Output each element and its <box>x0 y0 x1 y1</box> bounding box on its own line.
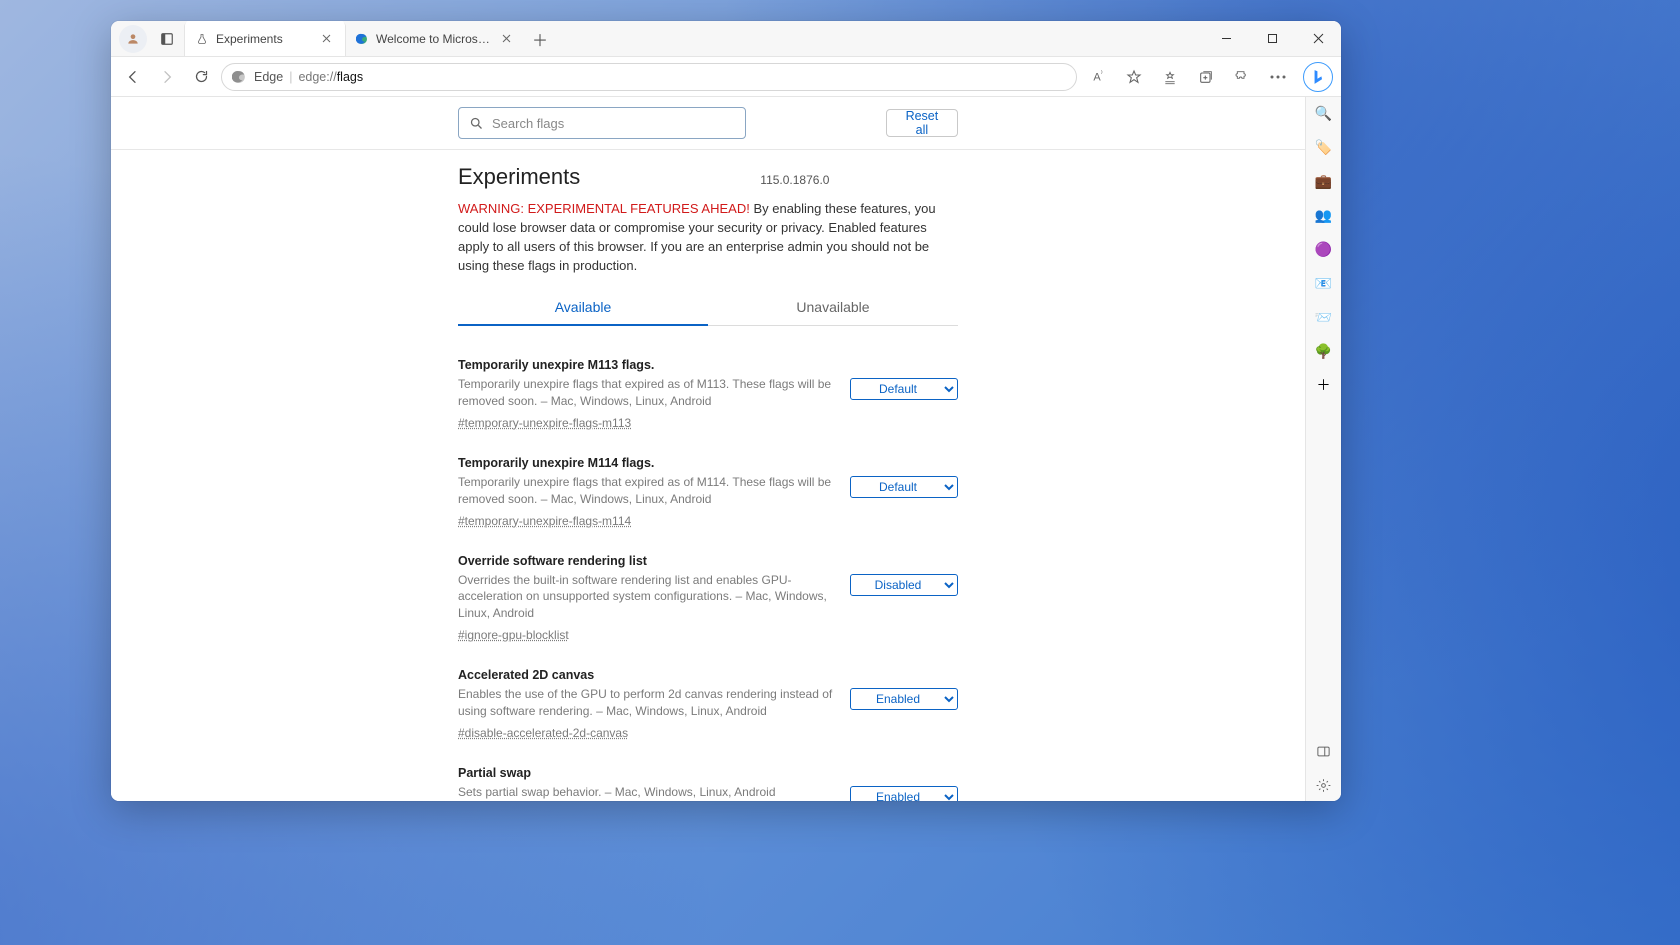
back-button[interactable] <box>119 63 147 91</box>
search-flags-field[interactable] <box>458 107 746 139</box>
flag-anchor-link[interactable]: #ignore-gpu-blocklist <box>458 628 569 642</box>
read-aloud-button[interactable]: A⁾ <box>1083 63 1113 91</box>
reset-all-button[interactable]: Reset all <box>886 109 958 137</box>
close-icon <box>1313 33 1324 44</box>
flag-item: Accelerated 2D canvas Enables the use of … <box>458 658 958 756</box>
flag-state-select[interactable]: DefaultEnabledDisabled <box>850 786 958 801</box>
flag-description: Temporarily unexpire flags that expired … <box>458 474 834 508</box>
flag-title: Temporarily unexpire M113 flags. <box>458 358 834 372</box>
bing-icon <box>1311 69 1325 85</box>
sidebar-split-button[interactable] <box>1314 741 1334 761</box>
puzzle-icon <box>1234 69 1250 85</box>
version-text: 115.0.1876.0 <box>760 173 829 187</box>
add-icon[interactable]: ＋ <box>1314 375 1334 395</box>
flag-item: Partial swap Sets partial swap behavior. … <box>458 756 958 801</box>
maximize-icon <box>1267 33 1278 44</box>
tag-icon[interactable]: 🏷️ <box>1314 137 1334 157</box>
search-flags-input[interactable] <box>492 116 735 131</box>
close-button[interactable] <box>1295 21 1341 56</box>
flag-title: Accelerated 2D canvas <box>458 668 834 682</box>
browser-tab[interactable]: Welcome to Microsoft Edge Canary <box>345 21 525 56</box>
tab-available[interactable]: Available <box>458 289 708 325</box>
address-bar[interactable]: Edge|edge://flags <box>221 63 1077 91</box>
tab-unavailable[interactable]: Unavailable <box>708 289 958 325</box>
warning-text: WARNING: EXPERIMENTAL FEATURES AHEAD! By… <box>458 194 958 289</box>
people-icon[interactable]: 👥 <box>1314 205 1334 225</box>
flag-description: Enables the use of the GPU to perform 2d… <box>458 686 834 720</box>
flag-state-select[interactable]: DefaultEnabledDisabled <box>850 574 958 596</box>
flag-anchor-link[interactable]: #temporary-unexpire-flags-m113 <box>458 416 631 430</box>
favorites-hub-button[interactable] <box>1155 63 1185 91</box>
flag-title: Partial swap <box>458 766 834 780</box>
gear-icon <box>1316 778 1331 793</box>
more-button[interactable] <box>1263 63 1293 91</box>
favorite-star-button[interactable] <box>1119 63 1149 91</box>
flag-anchor-link[interactable]: #temporary-unexpire-flags-m114 <box>458 514 631 528</box>
title-bar: Experiments Welcome to Microsoft Edge Can… <box>111 21 1341 57</box>
star-icon <box>1126 69 1142 85</box>
flag-title: Override software rendering list <box>458 554 834 568</box>
tab-title: Welcome to Microsoft Edge Canary <box>376 32 491 46</box>
toolbar: Edge|edge://flags A⁾ <box>111 57 1341 97</box>
vertical-tabs-button[interactable] <box>153 25 181 53</box>
new-tab-button[interactable]: ＋ <box>525 21 555 56</box>
forward-button[interactable] <box>153 63 181 91</box>
briefcase-icon[interactable]: 💼 <box>1314 171 1334 191</box>
collections-button[interactable] <box>1191 63 1221 91</box>
flag-item: Temporarily unexpire M113 flags. Temporar… <box>458 348 958 446</box>
flags-tabs: Available Unavailable <box>458 289 958 326</box>
collections-icon <box>1198 69 1214 85</box>
office-icon[interactable]: 🟣 <box>1314 239 1334 259</box>
edge-sidebar: 🔍 🏷️ 💼 👥 🟣 📧 📨 🌳 ＋ <box>1305 97 1341 801</box>
search-icon[interactable]: 🔍 <box>1314 103 1334 123</box>
flags-list: Temporarily unexpire M113 flags. Temporar… <box>458 326 958 801</box>
search-icon <box>469 116 484 131</box>
edge-icon <box>232 70 246 84</box>
split-icon <box>1316 744 1331 759</box>
ellipsis-icon <box>1270 75 1286 79</box>
minimize-icon <box>1221 33 1232 44</box>
page-title: Experiments <box>458 164 580 190</box>
window-controls <box>1203 21 1341 56</box>
browser-tab[interactable]: Experiments <box>185 21 345 56</box>
browser-window: Experiments Welcome to Microsoft Edge Can… <box>111 21 1341 801</box>
minimize-button[interactable] <box>1203 21 1249 56</box>
extensions-button[interactable] <box>1227 63 1257 91</box>
flag-state-select[interactable]: DefaultEnabledDisabled <box>850 476 958 498</box>
maximize-button[interactable] <box>1249 21 1295 56</box>
flag-item: Temporarily unexpire M114 flags. Temporar… <box>458 446 958 544</box>
sidebar-settings-button[interactable] <box>1314 775 1334 795</box>
tab-close-button[interactable] <box>318 31 334 47</box>
bing-chat-button[interactable] <box>1303 62 1333 92</box>
favorites-icon <box>1162 69 1178 85</box>
flask-icon <box>195 32 209 46</box>
flag-anchor-link[interactable]: #disable-accelerated-2d-canvas <box>458 726 628 740</box>
tab-title: Experiments <box>216 32 311 46</box>
refresh-icon <box>194 69 209 84</box>
flag-title: Temporarily unexpire M114 flags. <box>458 456 834 470</box>
profile-avatar[interactable] <box>119 25 147 53</box>
arrow-right-icon <box>159 69 175 85</box>
flag-item: Override software rendering list Override… <box>458 544 958 658</box>
address-text: Edge|edge://flags <box>254 70 363 84</box>
flag-state-select[interactable]: DefaultEnabledDisabled <box>850 378 958 400</box>
refresh-button[interactable] <box>187 63 215 91</box>
edge-icon <box>355 32 369 46</box>
flag-state-select[interactable]: DefaultEnabledDisabled <box>850 688 958 710</box>
page-content[interactable]: Reset all Experiments 115.0.1876.0 WARNI… <box>111 97 1305 801</box>
outlook-icon[interactable]: 📧 <box>1314 273 1334 293</box>
flag-description: Sets partial swap behavior. – Mac, Windo… <box>458 784 834 801</box>
send-icon[interactable]: 📨 <box>1314 307 1334 327</box>
vertical-tabs-icon <box>160 32 174 46</box>
tree-icon[interactable]: 🌳 <box>1314 341 1334 361</box>
flag-description: Overrides the built-in software renderin… <box>458 572 834 622</box>
person-icon <box>126 32 140 46</box>
arrow-left-icon <box>125 69 141 85</box>
flag-description: Temporarily unexpire flags that expired … <box>458 376 834 410</box>
tab-close-button[interactable] <box>498 31 514 47</box>
